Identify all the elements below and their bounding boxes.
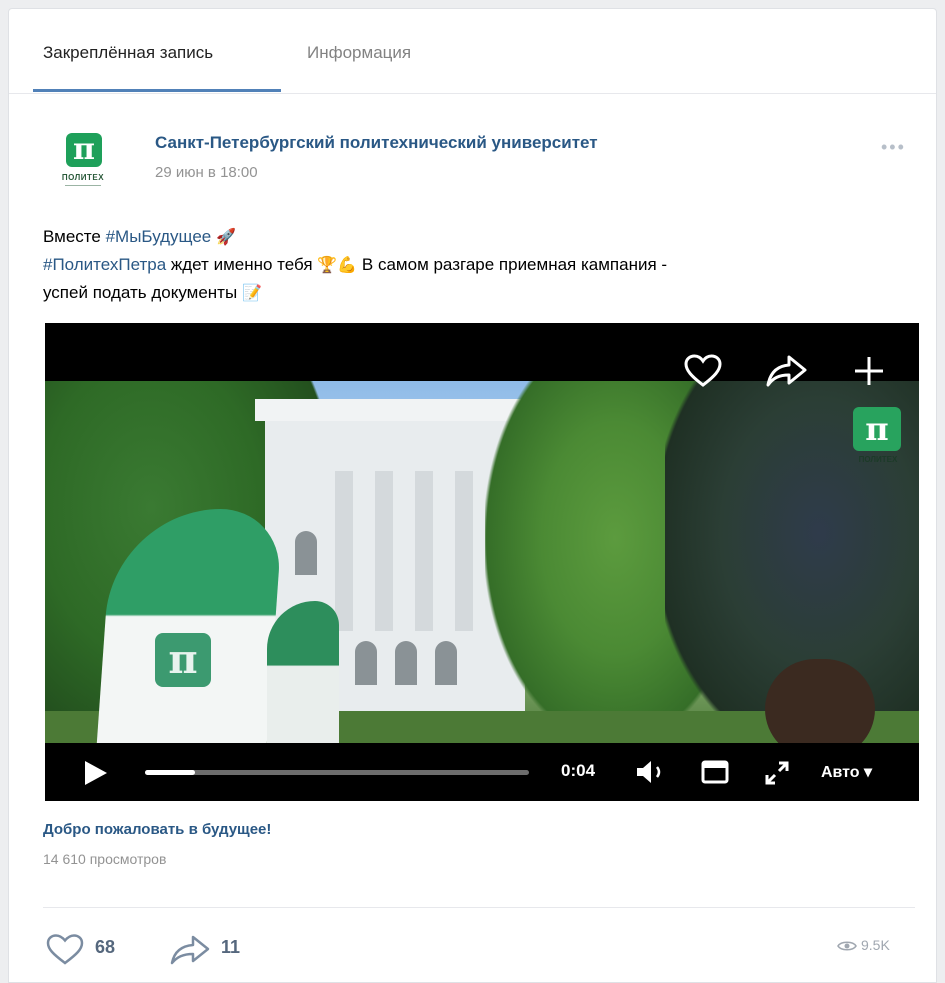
video-watermark-icon: π [853,407,901,451]
video-watermark-text: ПОЛИТЕХ [858,455,898,464]
post-card: Закреплённая запись Информация π ПОЛИТЕХ… [8,8,937,983]
post-text-line3: успей подать документы [43,283,238,302]
hashtag-link[interactable]: #ПолитехПетра [43,255,166,274]
video-controls: 0:04 Авто ▾ [45,743,919,801]
post-author[interactable]: Санкт-Петербургский политехнический унив… [155,133,598,153]
video-player[interactable]: π π ПОЛИТЕХ 0:04 Авто ▾ [45,323,919,801]
quality-selector[interactable]: Авто ▾ [821,762,872,782]
share-button[interactable]: 11 [169,933,259,965]
avatar[interactable]: π ПОЛИТЕХ [51,127,115,197]
post-date[interactable]: 29 июн в 18:00 [155,164,258,181]
progress-bar[interactable] [145,770,529,775]
avatar-brand-text: ПОЛИТЕХ [61,173,105,182]
share-count: 11 [221,937,241,957]
volume-icon[interactable] [635,759,669,790]
person-head [765,659,875,743]
tab-information[interactable]: Информация [307,43,411,63]
polytech-logo-icon: π [66,133,102,167]
miniplayer-icon[interactable] [701,759,729,790]
post-text: Вместе #МыБудущее 🚀 #ПолитехПетра ждет и… [43,223,913,307]
video-title-link[interactable]: Добро пожаловать в будущее! [43,821,271,838]
video-frame[interactable]: π [45,381,919,743]
like-count: 68 [95,937,116,957]
avatar-divider [65,185,101,186]
hashtag-link[interactable]: #МыБудущее [106,227,212,246]
promo-flag-small [267,601,339,743]
fullscreen-icon[interactable] [763,759,791,792]
writing-icon: 📝 [241,283,262,302]
video-like-icon[interactable] [683,353,723,393]
muscle-icon: 💪 [337,255,358,274]
heart-icon [46,934,84,965]
video-views-count: 14 610 просмотров [43,851,167,867]
flag-logo-icon: π [155,633,211,687]
more-icon[interactable]: ••• [881,137,906,158]
video-share-icon[interactable] [765,353,809,393]
post-views: 9.5K [837,937,890,953]
post-text-prefix: Вместе [43,227,106,246]
active-tab-indicator [33,89,281,92]
post-text-suffix: В самом разгаре приемная кампания - [361,255,668,274]
like-button[interactable]: 68 [45,933,135,965]
footer-divider [43,907,915,908]
post-views-count: 9.5K [861,937,890,953]
play-icon[interactable] [81,759,109,792]
progress-fill [145,770,195,775]
eye-icon [837,941,857,951]
time-display: 0:04 [561,761,596,780]
post-text-middle: ждет именно тебя [166,255,318,274]
video-add-icon[interactable] [851,353,887,393]
rocket-icon: 🚀 [216,227,236,246]
tab-bar: Закреплённая запись Информация [9,9,936,94]
tab-pinned-post[interactable]: Закреплённая запись [43,43,213,63]
share-icon [170,935,210,965]
trophy-icon: 🏆 [317,255,338,274]
